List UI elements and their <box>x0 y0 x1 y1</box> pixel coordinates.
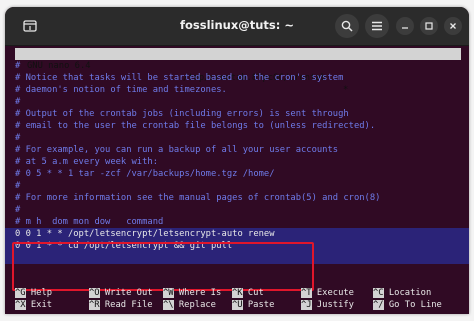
menu-button[interactable] <box>365 14 389 38</box>
comment-line: # For example, you can run a backup of a… <box>15 145 339 155</box>
close-button[interactable] <box>444 17 462 35</box>
shortcut-execute[interactable]: ^T Execute <box>301 287 354 299</box>
comment-line: # <box>15 181 21 191</box>
maximize-button[interactable] <box>420 17 438 35</box>
hamburger-menu-icon <box>372 21 382 31</box>
comment-line: # For more information see the manual pa… <box>15 193 381 203</box>
comment-line: # daemon's notion of time and timezones. <box>15 85 227 95</box>
comment-line: # email to the user the crontab file bel… <box>15 121 376 131</box>
shortcut-cut[interactable]: ^K Cut <box>232 287 264 299</box>
comment-line: # at 5 a.m every week with: <box>15 157 158 167</box>
shortcut-bar: ^G Help ^O Write Out ^W Where Is ^K Cut … <box>15 287 465 313</box>
comment-line: # <box>15 61 21 71</box>
comment-line: # 0 5 * * 1 tar -zcf /var/backups/home.t… <box>15 169 275 179</box>
comment-line: # Output of the crontab jobs (including … <box>15 109 349 119</box>
comment-line: # <box>15 205 21 215</box>
shortcut-location[interactable]: ^C Location <box>373 287 431 299</box>
cron-entry-line[interactable]: 0 0 1 * * /opt/letsencrypt/letsencrypt-a… <box>5 228 469 240</box>
maximize-icon <box>425 22 433 30</box>
minimize-button[interactable] <box>396 17 414 35</box>
window-title: fosslinux@tuts: ~ <box>179 18 295 32</box>
nano-header-bar: GNU nano 6.4 /tmp/crontab.8YpcGC/crontab… <box>15 48 461 95</box>
shortcut-write-out[interactable]: ^O Write Out <box>89 287 153 299</box>
terminal-window: fosslinux@tuts: ~ GNU nano 6.4 /tmp/cron… <box>5 7 469 314</box>
shortcut-exit[interactable]: ^X Exit <box>15 299 52 311</box>
new-tab-button[interactable] <box>18 15 42 37</box>
shortcut-where-is[interactable]: ^W Where Is <box>163 287 221 299</box>
shortcut-read-file[interactable]: ^R Read File <box>89 299 153 311</box>
terminal-area[interactable]: GNU nano 6.4 /tmp/crontab.8YpcGC/crontab… <box>5 46 469 314</box>
comment-line: # Notice that tasks will be started base… <box>15 73 344 83</box>
search-icon <box>341 20 353 32</box>
shortcut-paste[interactable]: ^U Paste <box>232 299 274 311</box>
editor-content[interactable]: # # Notice that tasks will be started ba… <box>5 60 469 264</box>
comment-line: # <box>15 97 21 107</box>
highlight-annotation-box <box>12 242 314 291</box>
comment-line: # <box>15 133 21 143</box>
comment-line: # m h dom mon dow command <box>15 217 164 227</box>
search-button[interactable] <box>335 14 359 38</box>
shortcut-go-to-line[interactable]: ^/ Go To Line <box>373 299 442 311</box>
new-tab-icon <box>23 20 37 32</box>
minimize-icon <box>402 27 408 29</box>
shortcut-replace[interactable]: ^\ Replace <box>163 299 216 311</box>
title-bar: fosslinux@tuts: ~ <box>5 7 469 46</box>
shortcut-justify[interactable]: ^J Justify <box>301 299 354 311</box>
close-icon <box>450 23 456 29</box>
shortcut-help[interactable]: ^G Help <box>15 287 52 299</box>
